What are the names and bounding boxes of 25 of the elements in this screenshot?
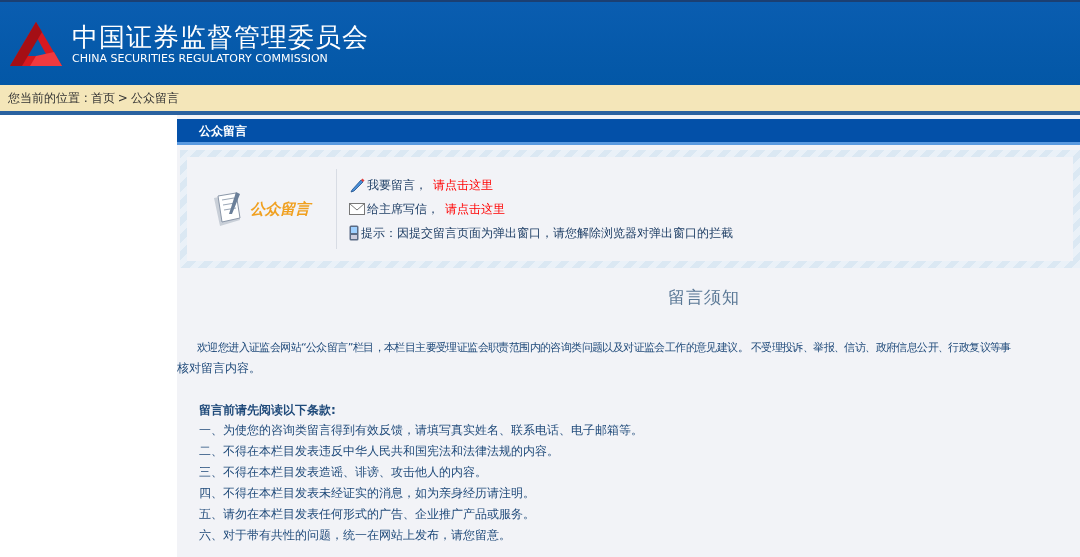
breadcrumb-item: 公众留言	[130, 90, 179, 107]
intro-line-text: 提示：因提交留言页面为弹出窗口，请您解除浏览器对弹出窗口的拦截	[361, 225, 733, 242]
breadcrumb-item: >	[117, 90, 128, 107]
notice-heading: 留言须知	[667, 286, 740, 310]
pencil-icon	[349, 177, 365, 193]
envelope-icon	[349, 203, 365, 215]
click-here-link[interactable]: 请点击这里	[445, 200, 505, 218]
click-here-link[interactable]: 请点击这里	[433, 176, 493, 194]
mobile-phone-icon	[349, 225, 359, 241]
intro-line-text: 给主席写信，	[367, 201, 439, 218]
term-item: 六、对于带有共性的问题，统一在网站上发布，请您留意。	[198, 527, 512, 544]
breadcrumb-label: 您当前的位置 :	[8, 90, 88, 107]
intro-line-text: 我要留言，	[367, 177, 427, 194]
notice-paragraph-line: 核对留言内容。	[177, 360, 262, 377]
terms-heading: 留言前请先阅读以下条款:	[198, 402, 337, 419]
breadcrumb-item: 首页	[90, 90, 115, 107]
site-subtitle: CHINA SECURITIES REGULATORY COMMISSION	[72, 51, 329, 66]
notice-paragraph-line: 欢迎您进入证监会网站“公众留言”栏目，本栏目主要受理证监会职责范围内的咨询类问题以及对证监会工作的意见建议。 不受理投诉、举报、信访、政府信息公开、行政复议等事	[196, 340, 1012, 356]
term-item: 一、为使您的咨询类留言得到有效反馈，请填写真实姓名、联系电话、电子邮箱等。	[198, 422, 644, 439]
section-title: 公众留言	[199, 122, 247, 140]
term-item: 四、不得在本栏目发表未经证实的消息，如为亲身经历请注明。	[198, 485, 536, 502]
site-title: 中国证券监督管理委员会	[72, 21, 369, 52]
term-item: 三、不得在本栏目发表造谣、诽谤、攻击他人的内容。	[198, 464, 488, 481]
term-item: 五、请勿在本栏目发表任何形式的广告、企业推广产品或服务。	[198, 506, 536, 523]
term-item: 二、不得在本栏目发表违反中华人民共和国宪法和法律法规的内容。	[198, 443, 560, 460]
